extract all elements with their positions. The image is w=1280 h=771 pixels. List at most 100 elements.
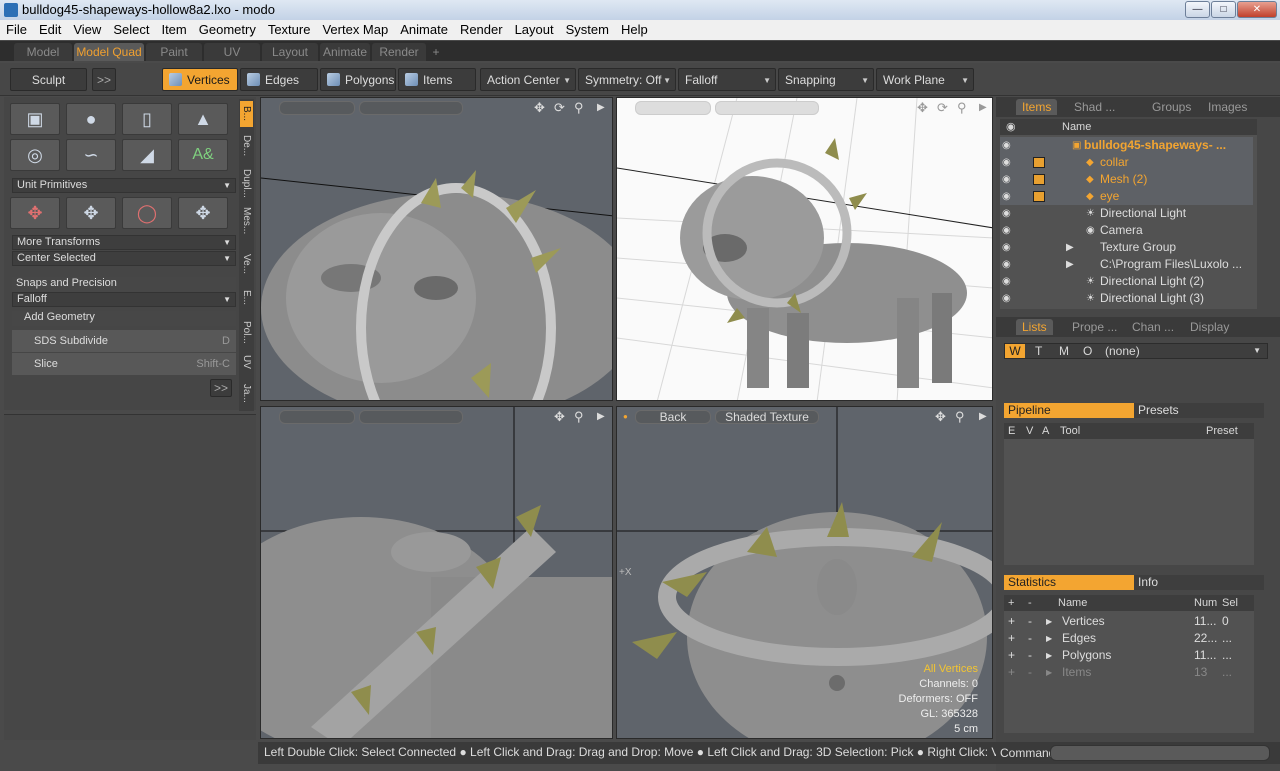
stat-col-minus[interactable]: - — [1028, 595, 1032, 611]
sds-subdivide-button[interactable]: SDS Subdivide D — [12, 330, 236, 352]
vtab-ja[interactable]: Ja... — [240, 379, 253, 407]
viewport-menu-icon[interactable]: ▶ — [597, 102, 605, 113]
tab-groups[interactable]: Groups — [1146, 99, 1198, 115]
eye-icon[interactable]: ◉ — [1002, 222, 1016, 239]
item-row[interactable]: ◉ ◉ Camera — [1000, 222, 1253, 239]
pipeline-tab[interactable]: Pipeline — [1004, 403, 1134, 418]
shading-dropdown[interactable]: Shaded Texture — [715, 410, 819, 424]
slice-button[interactable]: Slice Shift-C — [12, 353, 236, 375]
lock-icon[interactable] — [1033, 174, 1045, 185]
name-column-header[interactable]: Name — [1062, 119, 1091, 135]
expand-arrow-icon[interactable]: ▶ — [1046, 664, 1052, 681]
pen-tool-icon[interactable]: ◢ — [122, 139, 172, 171]
tab-layout[interactable]: Layout — [262, 43, 318, 61]
tab-model-quad[interactable]: Model Quad — [74, 43, 144, 61]
polygons-mode-button[interactable]: Polygons — [320, 68, 396, 91]
zoom-icon[interactable]: ⚲ — [574, 409, 584, 425]
items-mode-button[interactable]: Items — [398, 68, 476, 91]
stat-remove-button[interactable]: - — [1028, 664, 1032, 681]
more-transforms-dropdown[interactable]: More Transforms ▼ — [12, 235, 236, 250]
edges-mode-button[interactable]: Edges — [240, 68, 318, 91]
sphere-primitive-icon[interactable]: ● — [66, 103, 116, 135]
pipe-col-a[interactable]: A — [1042, 423, 1049, 439]
pan-icon[interactable]: ✥ — [935, 409, 946, 425]
capsule-primitive-icon[interactable]: ∽ — [66, 139, 116, 171]
menu-item[interactable]: Item — [155, 20, 192, 40]
view-dropdown[interactable] — [279, 410, 355, 424]
menu-render[interactable]: Render — [454, 20, 509, 40]
item-row[interactable]: ◉ ▶ Texture Group — [1000, 239, 1253, 256]
vtab-polygon[interactable]: Pol... — [240, 317, 253, 347]
falloff-tool-dropdown[interactable]: Falloff ▼ — [12, 292, 236, 307]
eye-icon[interactable]: ◉ — [1002, 171, 1016, 188]
item-row[interactable]: ◉ ◆ Mesh (2) — [1000, 171, 1253, 188]
vtab-uv[interactable]: UV — [240, 351, 253, 373]
menu-vertex-map[interactable]: Vertex Map — [316, 20, 394, 40]
item-row[interactable]: ◉ ▣ bulldog45-shapeways- ... — [1000, 137, 1253, 154]
pipe-col-preset[interactable]: Preset — [1206, 423, 1238, 439]
viewport-top-right[interactable]: ✥ ⟳ ⚲ ▶ — [616, 97, 993, 401]
expand-arrow-icon[interactable]: ▶ — [1046, 613, 1052, 630]
item-row[interactable]: ◉ ▶ C:\Program Files\Luxolo ... — [1000, 256, 1253, 273]
tab-lists[interactable]: Lists — [1016, 319, 1053, 335]
move-tool-icon[interactable]: ✥ — [66, 197, 116, 229]
menu-system[interactable]: System — [560, 20, 615, 40]
item-row[interactable]: ◉ ◆ eye — [1000, 188, 1253, 205]
stat-row[interactable]: + - ▶ Polygons 11...... — [1004, 647, 1254, 664]
tab-items[interactable]: Items — [1016, 99, 1058, 115]
symmetry-dropdown[interactable]: Symmetry: Off ▼ — [578, 68, 676, 91]
stat-col-num[interactable]: Num — [1194, 595, 1217, 611]
stat-add-button[interactable]: + — [1008, 630, 1015, 647]
menu-select[interactable]: Select — [107, 20, 155, 40]
view-dropdown[interactable]: Back — [635, 410, 711, 424]
zoom-icon[interactable]: ⚲ — [574, 100, 584, 116]
rotate-tool-icon[interactable]: ◯ — [122, 197, 172, 229]
expand-arrow-icon[interactable]: ▶ — [1046, 630, 1052, 647]
stat-add-button[interactable]: + — [1008, 664, 1015, 681]
vtab-deform[interactable]: De... — [240, 131, 253, 161]
stat-remove-button[interactable]: - — [1028, 613, 1032, 630]
snapping-dropdown[interactable]: Snapping ▼ — [778, 68, 874, 91]
m-toggle[interactable]: M — [1059, 344, 1069, 358]
shading-dropdown[interactable] — [715, 101, 819, 115]
tab-images[interactable]: Images — [1202, 99, 1254, 115]
stat-row[interactable]: + - ▶ Vertices 11... 0 — [1004, 613, 1254, 630]
viewport-menu-icon[interactable]: ▶ — [979, 102, 987, 113]
rotate-view-icon[interactable]: ⟳ — [937, 100, 948, 116]
tab-channels[interactable]: Chan ... — [1126, 319, 1181, 335]
eye-icon[interactable]: ◉ — [1002, 256, 1016, 273]
viewport-bottom-right[interactable]: +X ● Back Shaded Texture ✥ ⚲ ▶ All Verti… — [616, 406, 993, 739]
viewport-top-left[interactable]: ✥ ⟳ ⚲ ▶ — [260, 97, 613, 401]
eye-icon[interactable]: ◉ — [1002, 154, 1016, 171]
vtab-edge[interactable]: E... — [240, 285, 253, 311]
stat-col-plus[interactable]: + — [1008, 595, 1014, 611]
tab-properties[interactable]: Prope ... — [1066, 319, 1124, 335]
shading-dropdown[interactable] — [359, 410, 463, 424]
expand-arrow-icon[interactable]: ▶ — [1046, 647, 1052, 664]
stat-col-sel[interactable]: Sel — [1222, 595, 1238, 611]
pipe-col-e[interactable]: E — [1008, 423, 1015, 439]
unit-primitives-dropdown[interactable]: Unit Primitives ▼ — [12, 178, 236, 193]
t-toggle[interactable]: T — [1035, 344, 1042, 358]
tab-model[interactable]: Model — [14, 43, 72, 61]
menu-view[interactable]: View — [67, 20, 107, 40]
maximize-button[interactable]: □ — [1211, 1, 1236, 18]
stat-remove-button[interactable]: - — [1028, 630, 1032, 647]
stat-add-button[interactable]: + — [1008, 613, 1015, 630]
tab-paint[interactable]: Paint — [146, 43, 202, 61]
menu-geometry[interactable]: Geometry — [193, 20, 262, 40]
action-center-dropdown[interactable]: Action Center ▼ — [480, 68, 576, 91]
viewport-menu-icon[interactable]: ▶ — [979, 411, 987, 422]
zoom-icon[interactable]: ⚲ — [955, 409, 965, 425]
rotate-view-icon[interactable]: ⟳ — [554, 100, 565, 116]
vtab-vertex[interactable]: Ve... — [240, 249, 253, 279]
stat-col-name[interactable]: Name — [1058, 595, 1087, 611]
o-toggle[interactable]: O — [1083, 344, 1092, 358]
tab-animate[interactable]: Animate — [320, 43, 370, 61]
lock-icon[interactable] — [1033, 191, 1045, 202]
pan-icon[interactable]: ✥ — [534, 100, 545, 116]
add-tab-button[interactable]: + — [428, 43, 444, 61]
more-button[interactable]: >> — [92, 68, 116, 91]
eye-icon[interactable]: ◉ — [1002, 205, 1016, 222]
center-selected-dropdown[interactable]: Center Selected ▼ — [12, 251, 236, 266]
